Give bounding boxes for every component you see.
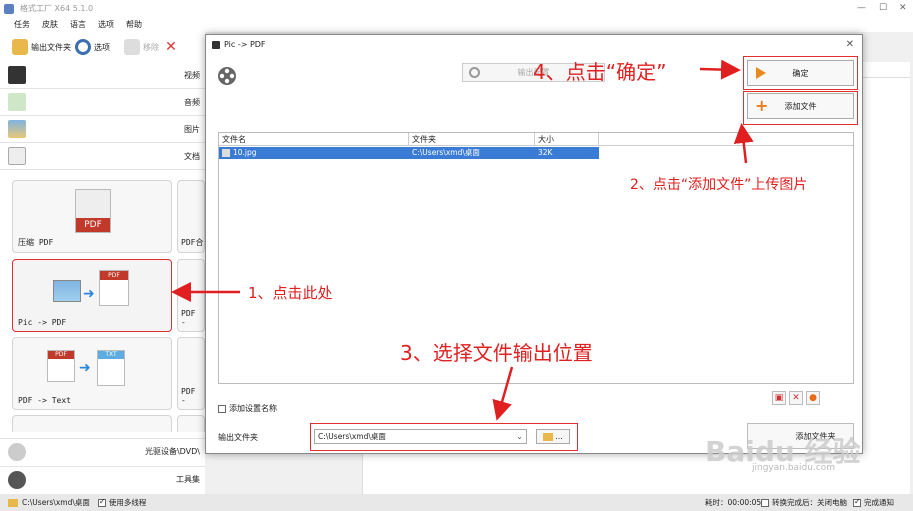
app-icon [4,3,14,14]
annotation-step1: 1、点击此处 [248,284,333,302]
category-audio[interactable]: 音频 [0,89,205,116]
file-row[interactable]: 10.jpg C:\Users\xmd\桌面 32K [219,147,599,159]
document-icon [124,39,140,55]
tile-pdf-next-2[interactable] [177,415,205,432]
menu-bar: 任务 皮肤 语言 选项 帮助 [0,17,913,32]
title-bar: 格式工厂 X64 5.1.0 — ☐ ✕ [0,0,913,17]
status-path: C:\Users\xmd\桌面 [22,498,90,507]
gear-icon [75,39,91,55]
disc-icon [8,442,26,461]
play-icon[interactable]: ● [806,391,820,405]
status-bar: C:\Users\xmd\桌面 使用多线程 耗时：00:00:05 转换完成后：… [0,494,913,511]
app-title: 格式工厂 X64 5.1.0 [20,4,94,13]
dialog-title: Pic -> PDF [212,40,266,49]
watermark-url: jingyan.baidu.com [752,463,836,473]
category-video[interactable]: 视频 [0,62,205,89]
add-setting-name[interactable]: 添加设置名称 [218,403,277,414]
folder-icon [8,498,18,507]
multithread-checkbox[interactable] [97,497,106,507]
highlight-add-file [743,91,858,125]
document-edit-icon [8,147,26,165]
highlight-output [310,423,578,451]
pic-to-pdf-dialog: Pic -> PDF ✕ 输出配置 确定 + 添加文件 文件名 文件夹 大小 1… [205,34,863,454]
menu-help[interactable]: 帮助 [126,19,142,30]
delete-icon: ✕ [165,39,177,55]
pdf-file-icon: PDF [75,189,111,233]
options-button[interactable]: 选项 [75,39,110,55]
file-list-header: 文件名 文件夹 大小 [219,133,853,146]
file-name: 10.jpg [233,148,257,157]
menu-language[interactable]: 语言 [70,19,86,30]
remove-button[interactable]: 移除 [124,39,159,55]
annotation-step3: 3、选择文件输出位置 [400,341,593,365]
category-optical-drive[interactable]: 光驱设备\DVD\ [0,438,205,464]
close-icon[interactable]: ✕ [899,3,907,13]
tile-compress-pdf[interactable]: PDF 压缩 PDF [12,180,172,253]
annotation-step2: 2、点击“添加文件”上传图片 [630,177,808,193]
add-setting-checkbox[interactable] [218,404,226,413]
clear-list-icon[interactable]: ✕ [789,391,803,405]
maximize-icon[interactable]: ☐ [879,3,887,13]
tile-pdf-to-text[interactable]: PDF ➜ TXT PDF -> Text [12,337,172,410]
gear-icon [469,67,480,78]
menu-task[interactable]: 任务 [14,19,30,30]
file-size: 32K [538,148,553,157]
dialog-close-icon[interactable]: ✕ [846,39,854,50]
shutdown-label: 转换完成后：关闭电脑 [772,498,847,507]
menu-options[interactable]: 选项 [98,19,114,30]
text-file-icon: TXT [97,350,125,386]
picture-icon [53,280,81,302]
highlight-ok [743,56,858,90]
elapsed-time: 耗时：00:00:05 [705,498,762,507]
film-reel-icon [8,470,26,489]
output-folder-label: 输出文件夹 [218,433,258,442]
category-document[interactable]: 文档 [0,143,205,170]
column-size[interactable]: 大小 [535,133,599,145]
annotation-step4: 4、点击“确定” [533,60,667,84]
multithread-label: 使用多线程 [108,498,147,507]
folder-icon [12,39,28,55]
shutdown-checkbox[interactable] [761,498,769,507]
tile-pdf-other-1[interactable]: PDF - [177,259,205,332]
document-tiles: PDF 压缩 PDF PDF合 ➜ PDF Pic -> PDF PDF - P… [0,174,205,432]
file-folder: C:\Users\xmd\桌面 [412,148,480,157]
toolbar: 输出文件夹 选项 移除 ✕ [0,32,205,62]
sidebar: 视频 音频 图片 文档 PDF 压缩 PDF PDF合 ➜ PDF Pic ->… [0,62,205,494]
pdf-file-icon: PDF [47,350,75,382]
notify-label: 完成通知 [864,498,894,507]
tile-pdf-other-2[interactable]: PDF - [177,337,205,410]
clear-button[interactable]: ✕ [163,39,179,55]
notify-checkbox[interactable] [853,497,861,507]
output-folder-button[interactable]: 输出文件夹 [12,39,71,55]
category-tools[interactable]: 工具集 [0,466,205,492]
picture-icon [8,120,26,138]
tile-pdf-next[interactable] [12,415,172,432]
window-icon [212,40,220,49]
remove-item-icon[interactable]: ▣ [772,391,786,405]
list-actions: ▣ ✕ ● [772,391,820,405]
menu-skin[interactable]: 皮肤 [42,19,58,30]
pdf-file-icon: PDF [99,270,129,306]
minimize-icon[interactable]: — [857,3,866,13]
arrow-right-icon: ➜ [79,360,91,376]
tile-pdf-merge[interactable]: PDF合 [177,180,205,253]
arrow-right-icon: ➜ [83,286,95,302]
film-icon [8,66,26,84]
category-image[interactable]: 图片 [0,116,205,143]
column-folder[interactable]: 文件夹 [409,133,535,145]
image-file-icon [222,149,230,157]
column-filename[interactable]: 文件名 [219,133,409,145]
tile-pic-to-pdf[interactable]: ➜ PDF Pic -> PDF [12,259,172,332]
film-reel-icon [218,67,236,85]
music-note-icon [8,93,26,111]
